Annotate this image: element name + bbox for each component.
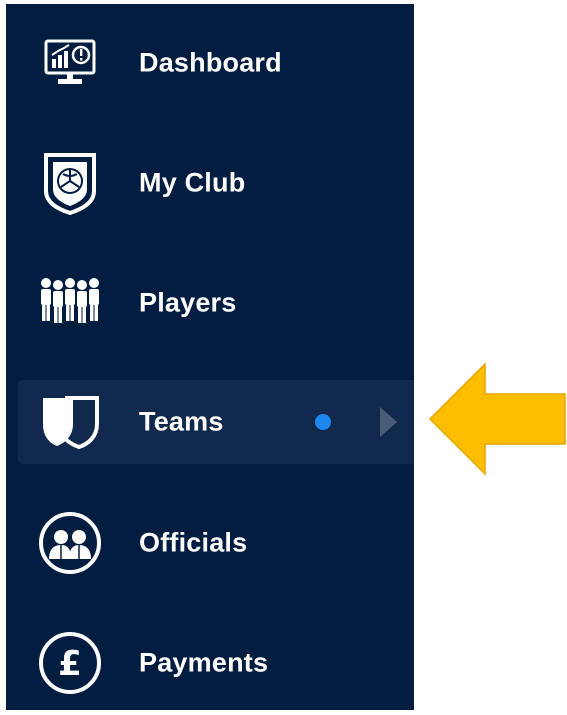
sidebar-item-dashboard[interactable]: Dashboard (18, 21, 414, 105)
sidebar-item-label: Payments (139, 647, 269, 678)
sidebar-item-label: My Club (139, 167, 246, 198)
dashboard-monitor-icon (38, 31, 102, 95)
players-group-icon (38, 271, 102, 335)
sidebar-item-teams[interactable]: Teams (18, 380, 414, 464)
notification-dot (315, 414, 331, 430)
sidebar-nav: Dashboard My Club Players Teams Official… (6, 4, 414, 710)
sidebar-item-label: Teams (139, 406, 224, 437)
sidebar-item-officials[interactable]: Officials (18, 501, 414, 585)
sidebar-item-payments[interactable]: £ Payments (18, 621, 414, 705)
svg-text:£: £ (58, 644, 82, 684)
sidebar-item-label: Dashboard (139, 47, 282, 78)
pointer-arrow-icon (428, 362, 566, 476)
chevron-right-icon[interactable] (380, 407, 397, 437)
sidebar-item-label: Players (139, 287, 237, 318)
sidebar-item-label: Officials (139, 527, 248, 558)
officials-icon (38, 511, 102, 575)
pound-icon: £ (38, 631, 102, 695)
club-crest-icon (38, 151, 102, 215)
sidebar-item-players[interactable]: Players (18, 261, 414, 345)
sidebar-item-my-club[interactable]: My Club (18, 141, 414, 225)
team-shield-icon (38, 390, 102, 454)
